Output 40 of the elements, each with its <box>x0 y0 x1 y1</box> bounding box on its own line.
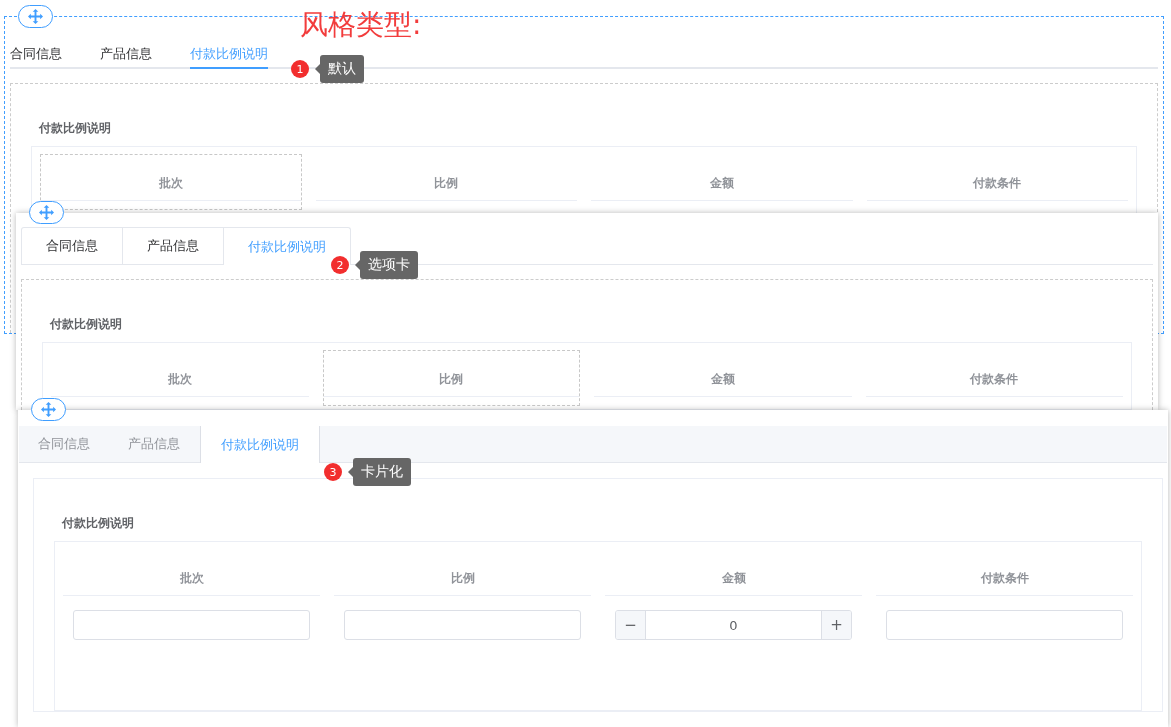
move-icon <box>41 402 56 417</box>
column-header: 比例 <box>323 351 579 397</box>
increment-button[interactable]: + <box>821 611 851 639</box>
number-stepper[interactable]: − 0 + <box>615 610 852 640</box>
text-input[interactable] <box>73 610 310 640</box>
text-input[interactable] <box>886 610 1123 640</box>
tab[interactable]: 产品信息 <box>100 41 152 69</box>
tab[interactable]: 合同信息 <box>10 41 62 69</box>
column-header: 批次 <box>51 351 309 397</box>
column-header: 付款条件 <box>866 155 1128 201</box>
column-header: 比例 <box>334 550 591 596</box>
tooltip: 选项卡 <box>355 251 418 279</box>
number-badge: 3 <box>324 463 342 481</box>
tooltip: 默认 <box>315 55 364 83</box>
number-badge: 2 <box>331 256 349 274</box>
column-header: 金额 <box>591 155 853 201</box>
tab[interactable]: 产品信息 <box>109 426 199 462</box>
text-input[interactable] <box>344 610 581 640</box>
column-header: 金额 <box>605 550 862 596</box>
tooltip: 卡片化 <box>348 458 411 486</box>
heading: 风格类型: <box>300 7 422 43</box>
number-badge: 1 <box>291 60 309 78</box>
tab[interactable]: 合同信息 <box>19 426 109 462</box>
column-header: 批次 <box>41 155 301 201</box>
tab[interactable]: 合同信息 <box>21 227 123 264</box>
column-header: 批次 <box>63 550 320 596</box>
move-handle[interactable] <box>29 201 64 224</box>
column-header: 付款条件 <box>876 550 1133 596</box>
section-title: 付款比例说明 <box>50 316 123 332</box>
move-icon <box>39 205 54 220</box>
move-handle[interactable] <box>31 398 66 421</box>
decrement-button[interactable]: − <box>616 611 646 639</box>
number-value: 0 <box>728 616 739 635</box>
column-header: 比例 <box>315 155 577 201</box>
section-title: 付款比例说明 <box>39 120 112 136</box>
move-handle[interactable] <box>18 5 53 28</box>
move-icon <box>28 9 43 24</box>
column-header: 金额 <box>594 351 852 397</box>
section-title: 付款比例说明 <box>62 515 135 531</box>
column-header: 付款条件 <box>865 351 1123 397</box>
